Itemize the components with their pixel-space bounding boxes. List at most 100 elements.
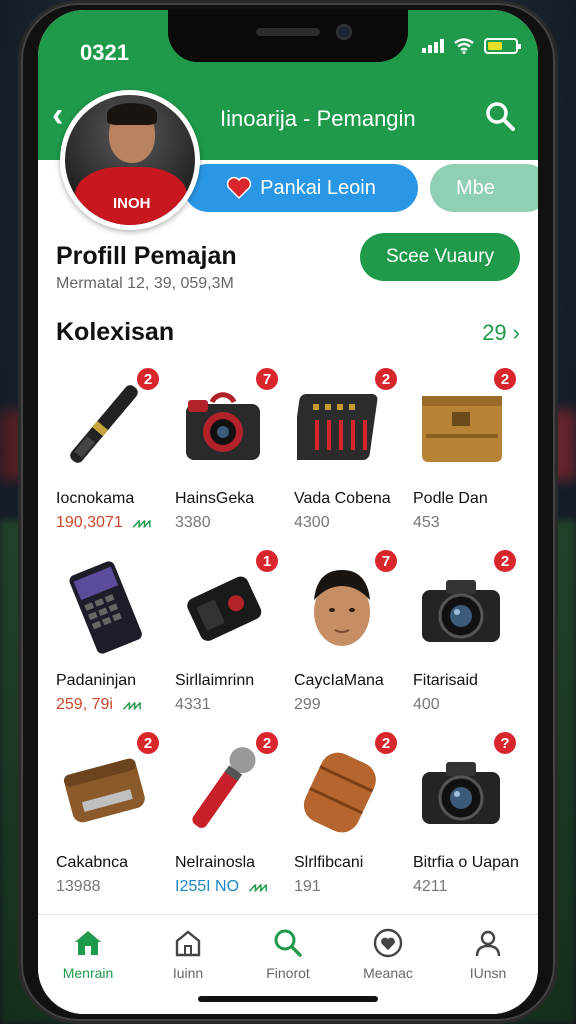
item-name: CaycIaMana — [294, 672, 384, 689]
header-title: Iinoarija - Pemangin — [220, 106, 416, 131]
collection-item[interactable]: 7 HainsGeka 3380 — [165, 366, 286, 546]
nav-label: IUnsn — [469, 965, 507, 981]
collection-item[interactable]: 1 Sirllaimrinn 4331 — [165, 548, 286, 728]
item-value-row: 299 — [294, 696, 321, 714]
count-badge: 1 — [254, 548, 280, 574]
item-value-row: 191 — [294, 878, 321, 896]
house-outline-icon — [138, 925, 238, 961]
item-value: 191 — [294, 878, 321, 895]
item-value: I255I NO — [175, 878, 240, 895]
tab-secondary-label: Mbe — [456, 176, 495, 199]
collection-item[interactable]: 2 Slrlfibcani 191 — [284, 730, 405, 910]
avatar-jersey-text: INOH — [113, 195, 151, 212]
collection-item[interactable]: 2 Iocnokama 190,3071 ⩘⩘⩘ — [46, 366, 167, 546]
item-value: 3380 — [175, 514, 211, 531]
item-name: Sirllaimrinn — [175, 672, 255, 689]
count-badge: 2 — [492, 366, 518, 392]
count-badge: 7 — [254, 366, 280, 392]
item-name: Fitarisaid — [413, 672, 478, 689]
collection-item[interactable]: Padaninjan 259, 79i ⩘⩘⩘ — [46, 548, 167, 728]
item-value-row: 400 — [413, 696, 440, 714]
tab-secondary[interactable]: Mbe — [430, 164, 538, 212]
collection-item[interactable]: 7 CaycIaMana 299 — [284, 548, 405, 728]
nav-label: Iuinn — [172, 965, 204, 981]
signal-icon — [422, 39, 444, 53]
item-value-row: I255I NO ⩘⩘⩘ — [175, 878, 267, 896]
nav-item-4[interactable]: IUnsn — [438, 925, 538, 981]
item-name: Cakabnca — [56, 854, 129, 871]
tab-primary[interactable]: Pankai Leoin — [184, 164, 418, 212]
collection-count: 29 — [482, 320, 507, 345]
user-icon — [438, 925, 538, 961]
count-badge: 7 — [373, 548, 399, 574]
nav-label: Finorot — [266, 965, 310, 981]
item-value: 259, 79i — [56, 696, 113, 713]
front-camera — [336, 24, 352, 40]
nav-item-2[interactable]: Finorot — [238, 925, 338, 981]
count-badge: 2 — [492, 548, 518, 574]
nav-item-0[interactable]: Menrain — [38, 925, 138, 981]
status-time: 0321 — [80, 40, 129, 65]
item-name: Podle Dan — [413, 490, 488, 507]
count-badge: ? — [492, 730, 518, 756]
home-indicator — [198, 996, 378, 1002]
heart-circle-icon — [338, 925, 438, 961]
item-value: 299 — [294, 696, 321, 713]
phone-keyboard-icon — [54, 552, 154, 660]
item-value-row: 453 — [413, 514, 440, 532]
trend-icon: ⩘⩘⩘ — [249, 879, 267, 894]
count-badge: 2 — [373, 366, 399, 392]
item-value: 4300 — [294, 514, 330, 531]
battery-icon — [484, 38, 521, 54]
profile-title: Profill Pemajan — [56, 242, 237, 270]
app-screen: 0321 ‹ Iinoarija - Pemangin INOH Pankai … — [38, 10, 538, 1014]
collection-count-link[interactable]: 29 › — [482, 320, 520, 346]
chevron-right-icon: › — [512, 320, 520, 345]
home-icon — [38, 925, 138, 961]
trend-icon: ⩘⩘⩘ — [122, 697, 141, 712]
nav-item-1[interactable]: Iuinn — [138, 925, 238, 981]
status-icons — [422, 38, 521, 54]
search-icon[interactable] — [482, 98, 518, 134]
item-value: 4331 — [175, 696, 211, 713]
item-value: 4211 — [413, 878, 448, 895]
count-badge: 2 — [254, 730, 280, 756]
item-value: 13988 — [56, 878, 101, 895]
see-all-button[interactable]: Scee Vuaury — [360, 233, 520, 281]
collection-item[interactable]: 2 Fitarisaid 400 — [403, 548, 524, 728]
item-value-row: 4300 — [294, 514, 330, 532]
count-badge: 2 — [135, 366, 161, 392]
item-value: 190,3071 — [56, 514, 123, 531]
item-value-row: 4331 — [175, 696, 211, 714]
speaker-grille — [256, 28, 320, 36]
heart-icon — [227, 176, 252, 200]
back-button[interactable]: ‹ — [52, 98, 63, 132]
tab-primary-label: Pankai Leoin — [260, 176, 376, 199]
collection-item[interactable]: 2 Vada Cobena 4300 — [284, 366, 405, 546]
item-value-row: 3380 — [175, 514, 211, 532]
wifi-icon — [454, 38, 474, 54]
nav-label: Menrain — [62, 965, 114, 981]
collection-item[interactable]: 2 Cakabnca 13988 — [46, 730, 167, 910]
collection-item[interactable]: 2 Nelrainosla I255I NO ⩘⩘⩘ — [165, 730, 286, 910]
item-value: 453 — [413, 514, 440, 531]
avatar-hair — [107, 103, 157, 125]
item-name: Bitrfia o Uapan — [413, 854, 519, 871]
count-badge: 2 — [135, 730, 161, 756]
player-avatar[interactable]: INOH — [60, 90, 200, 230]
item-name: HainsGeka — [175, 490, 255, 507]
nav-item-3[interactable]: Meanac — [338, 925, 438, 981]
item-name: Vada Cobena — [294, 490, 391, 507]
collection-item[interactable]: ? Bitrfia o Uapan 4211 — [403, 730, 524, 910]
profile-subtitle: Mermatal 12, 39, 059,3M — [56, 275, 234, 292]
item-value: 400 — [413, 696, 440, 713]
item-name: Nelrainosla — [175, 854, 256, 871]
item-value-row: 4211 — [413, 878, 447, 896]
item-name: Iocnokama — [56, 490, 135, 507]
search-icon — [238, 925, 338, 961]
count-badge: 2 — [373, 730, 399, 756]
item-value-row: 190,3071 ⩘⩘⩘ — [56, 514, 151, 532]
nav-label: Meanac — [363, 965, 413, 981]
item-name: Slrlfibcani — [294, 854, 364, 871]
collection-item[interactable]: 2 Podle Dan 453 — [403, 366, 524, 546]
